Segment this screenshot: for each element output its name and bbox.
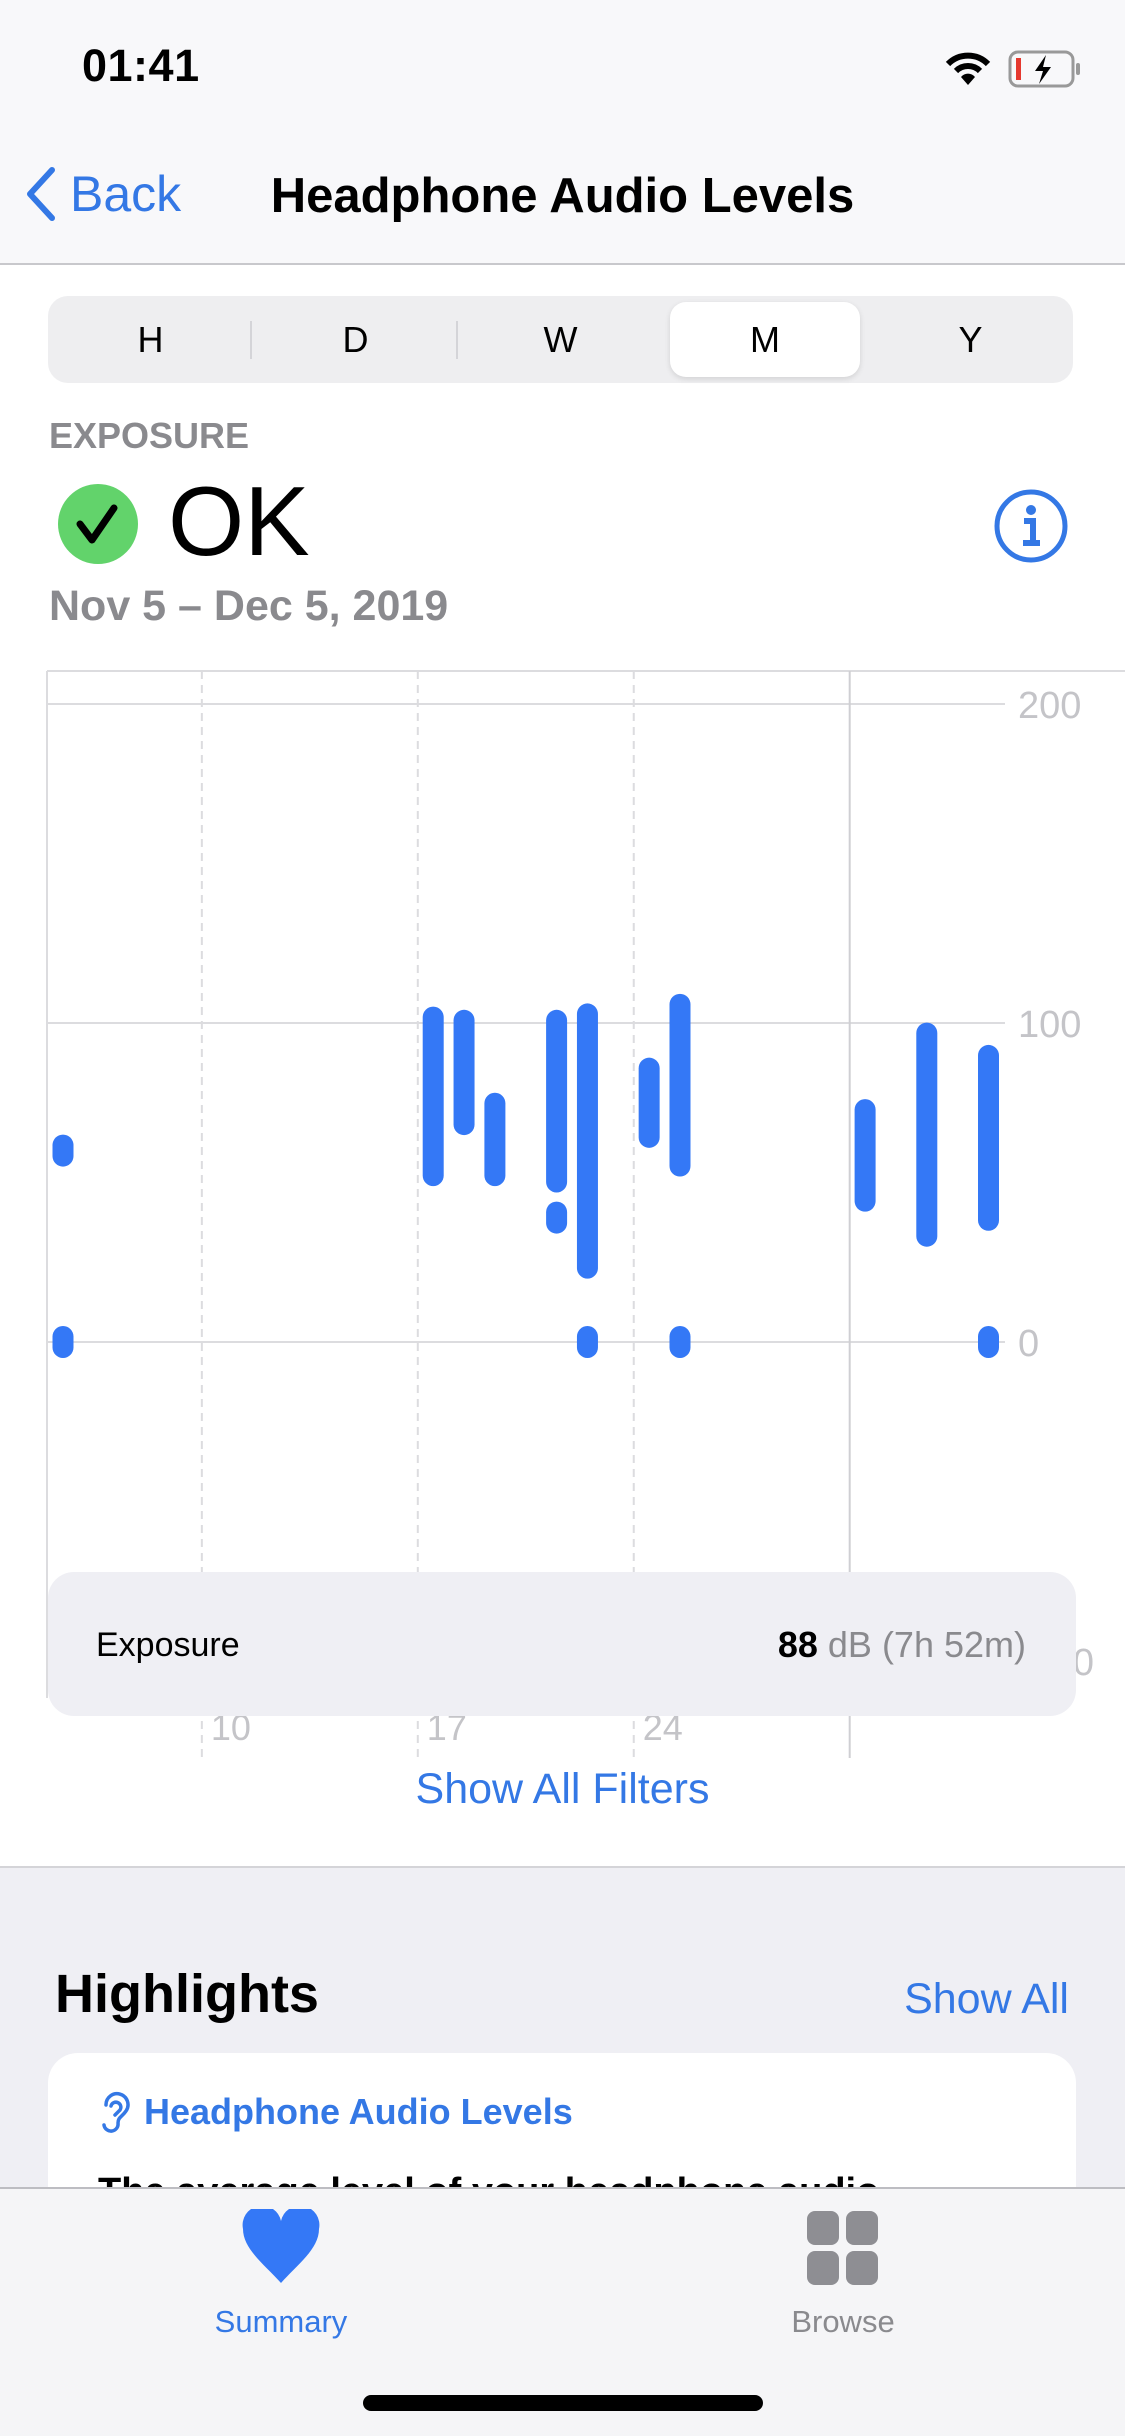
segment-hour[interactable]: H — [48, 296, 253, 383]
show-all-filters-button[interactable]: Show All Filters — [0, 1765, 1125, 1814]
exposure-db-value: 88 — [777, 1624, 818, 1665]
exposure-status: OK — [168, 466, 310, 576]
tab-summary[interactable]: Summary — [131, 2205, 431, 2340]
exposure-card-label: Exposure — [96, 1626, 240, 1664]
range-bar — [916, 1022, 938, 1247]
range-bar — [484, 1092, 506, 1187]
segment-week[interactable]: W — [458, 296, 663, 383]
exposure-heading: EXPOSURE — [49, 415, 250, 456]
exposure-unit: dB — [827, 1624, 872, 1665]
checkmark-circle-icon — [58, 484, 138, 564]
status-time: 01:41 — [82, 40, 200, 91]
highlight-card-title: Headphone Audio Levels — [98, 2091, 573, 2133]
range-bar — [638, 1057, 660, 1148]
tab-summary-label: Summary — [214, 2304, 348, 2339]
data-point — [978, 1326, 999, 1358]
segment-year[interactable]: Y — [868, 296, 1073, 383]
data-point — [52, 1326, 74, 1358]
y-tick-label: 100 — [1018, 1004, 1081, 1046]
data-point — [576, 1326, 598, 1358]
range-bar — [669, 993, 691, 1177]
info-icon[interactable] — [993, 488, 1069, 564]
date-range: Nov 5 – Dec 5, 2019 — [49, 582, 449, 630]
y-tick-label: 0 — [1018, 1323, 1039, 1365]
exposure-card-value: 88 dB (7h 52m) — [778, 1624, 1026, 1666]
range-bar — [854, 1099, 876, 1212]
segment-day[interactable]: D — [253, 296, 458, 383]
tab-browse[interactable]: Browse — [693, 2209, 993, 2340]
segment-month[interactable]: M — [670, 302, 860, 377]
heart-icon — [242, 2205, 320, 2283]
segment-divider — [250, 321, 252, 359]
highlights-show-all-button[interactable]: Show All — [904, 1975, 1069, 2024]
exposure-summary-card[interactable]: Exposure 88 dB (7h 52m) — [48, 1572, 1076, 1716]
highlight-card-title-text: Headphone Audio Levels — [144, 2091, 573, 2132]
wifi-icon — [945, 52, 991, 85]
data-point — [669, 1326, 691, 1358]
range-bar — [546, 1009, 568, 1193]
y-tick-label: 200 — [1018, 685, 1081, 727]
battery-charging-icon — [1008, 50, 1080, 88]
data-point — [52, 1134, 74, 1167]
grid-icon — [807, 2211, 878, 2285]
range-bar — [978, 1044, 999, 1231]
range-bar — [453, 1009, 475, 1136]
page-title: Headphone Audio Levels — [270, 169, 855, 223]
data-point — [546, 1201, 568, 1234]
time-range-segmented-control: H D W M Y — [48, 296, 1073, 383]
ear-icon — [102, 2091, 130, 2133]
range-bar — [576, 1003, 598, 1279]
highlights-title: Highlights — [55, 1964, 319, 2024]
range-bar — [422, 1006, 444, 1187]
home-indicator — [363, 2395, 763, 2411]
tab-browse-label: Browse — [791, 2304, 895, 2339]
exposure-duration: (7h 52m) — [881, 1624, 1026, 1665]
